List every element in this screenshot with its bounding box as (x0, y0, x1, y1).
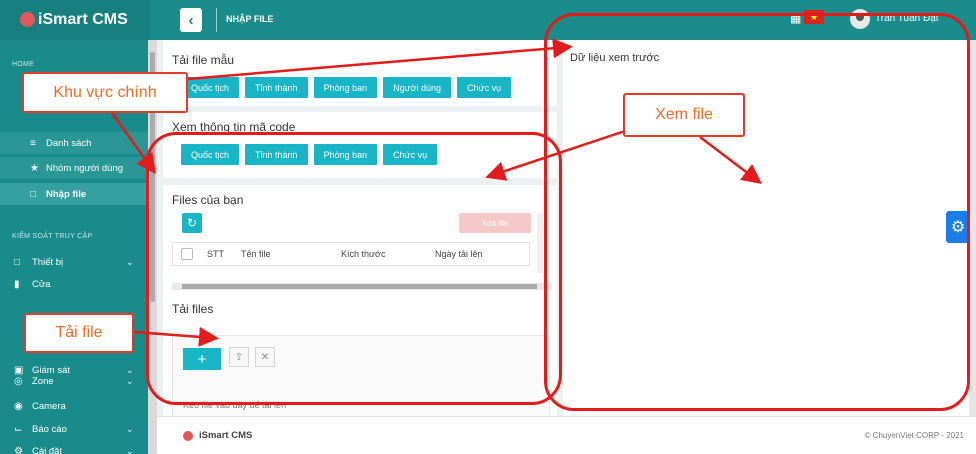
sidebar-item-label: Báo cáo (32, 423, 67, 435)
sidebar-item-bao-cao[interactable]: ⌙ Báo cáo ⌄ (0, 419, 148, 439)
template-card: Tải file mẫu Quốc tịch Tỉnh thành Phòng … (163, 40, 557, 106)
template-phong-ban-button[interactable]: Phòng ban (313, 77, 378, 98)
preview-area-highlight (544, 13, 970, 411)
sidebar-section-home: HOME (12, 61, 35, 68)
sidebar-item-label: Zone (32, 375, 54, 387)
back-button[interactable]: ‹ (180, 8, 202, 32)
callout-upload-file: Tải file (24, 313, 134, 353)
footer-brand: iSmart CMS (199, 430, 253, 441)
door-icon: ▮ (14, 278, 20, 290)
template-quoc-tich-button[interactable]: Quốc tịch (181, 77, 240, 98)
brand-name: iSmart CMS (38, 11, 128, 28)
chevron-down-icon: ⌄ (126, 445, 134, 454)
page-scrollbar[interactable] (969, 40, 976, 416)
sidebar-item-label: Danh sách (46, 137, 92, 149)
brand-logo-icon (20, 12, 35, 27)
sidebar-item-label: Nhóm người dùng (46, 162, 124, 174)
header-divider (216, 8, 217, 32)
sidebar-item-label: Cửa (32, 278, 51, 290)
chevron-down-icon: ⌄ (126, 375, 134, 386)
sidebar-item-thiet-bi[interactable]: □ Thiết bị ⌄ (0, 252, 148, 272)
template-nguoi-dung-button[interactable]: Người dùng (383, 77, 452, 98)
template-chuc-vu-button[interactable]: Chức vụ (457, 77, 512, 98)
footer: iSmart CMS © ChuyenViet CORP - 2021 (157, 416, 976, 454)
template-title: Tải file mẫu (172, 53, 235, 67)
callout-view-file: Xem file (623, 93, 745, 137)
sidebar-item-zone[interactable]: ◎ Zone ⌄ (0, 371, 148, 391)
camera-icon: ◉ (14, 400, 23, 412)
sidebar-item-label: Cài đặt (32, 445, 63, 454)
sidebar-item-nhap-file[interactable]: □ Nhập file (0, 183, 148, 205)
zone-icon: ◎ (14, 375, 23, 387)
callout-main-area: Khu vực chính (22, 72, 188, 113)
file-icon: □ (30, 188, 37, 200)
chevron-down-icon: ⌄ (126, 423, 134, 434)
sidebar-item-camera[interactable]: ◉ Camera (0, 396, 148, 416)
main-area-highlight (146, 132, 562, 405)
list-icon: ≡ (30, 137, 36, 149)
template-tinh-thanh-button[interactable]: Tỉnh thành (245, 77, 308, 98)
settings-icon: ⚙ (14, 445, 23, 454)
sidebar-item-cai-dat[interactable]: ⚙ Cài đặt ⌄ (0, 441, 148, 454)
sidebar-item-cua[interactable]: ▮ Cửa (0, 274, 148, 294)
device-icon: □ (14, 256, 21, 268)
chevron-left-icon: ‹ (188, 11, 194, 29)
chart-icon: ⌙ (14, 423, 23, 435)
sidebar-item-label: Thiết bị (32, 256, 64, 268)
chevron-down-icon: ⌄ (126, 256, 134, 267)
sidebar-section-access: KIỂM SOÁT TRUY CẬP (12, 233, 93, 240)
users-icon: ★ (30, 162, 39, 174)
template-buttons: Quốc tịch Tỉnh thành Phòng ban Người dùn… (181, 77, 512, 98)
app-root: iSmart CMS ‹ NHẬP FILE ▦ ★ Tran Tuan Đạt… (0, 0, 976, 454)
sidebar-item-danh-sach[interactable]: ≡ Danh sách (0, 132, 148, 154)
sidebar-item-label: Camera (32, 400, 66, 412)
footer-copyright: © ChuyenViet CORP - 2021 (864, 431, 964, 440)
brand[interactable]: iSmart CMS (0, 0, 150, 40)
page-title: NHẬP FILE (226, 14, 274, 24)
sidebar-item-label: Nhập file (46, 188, 87, 200)
sidebar-item-nhom-nguoi-dung[interactable]: ★ Nhóm người dùng (0, 157, 148, 179)
footer-logo-icon (183, 431, 193, 441)
